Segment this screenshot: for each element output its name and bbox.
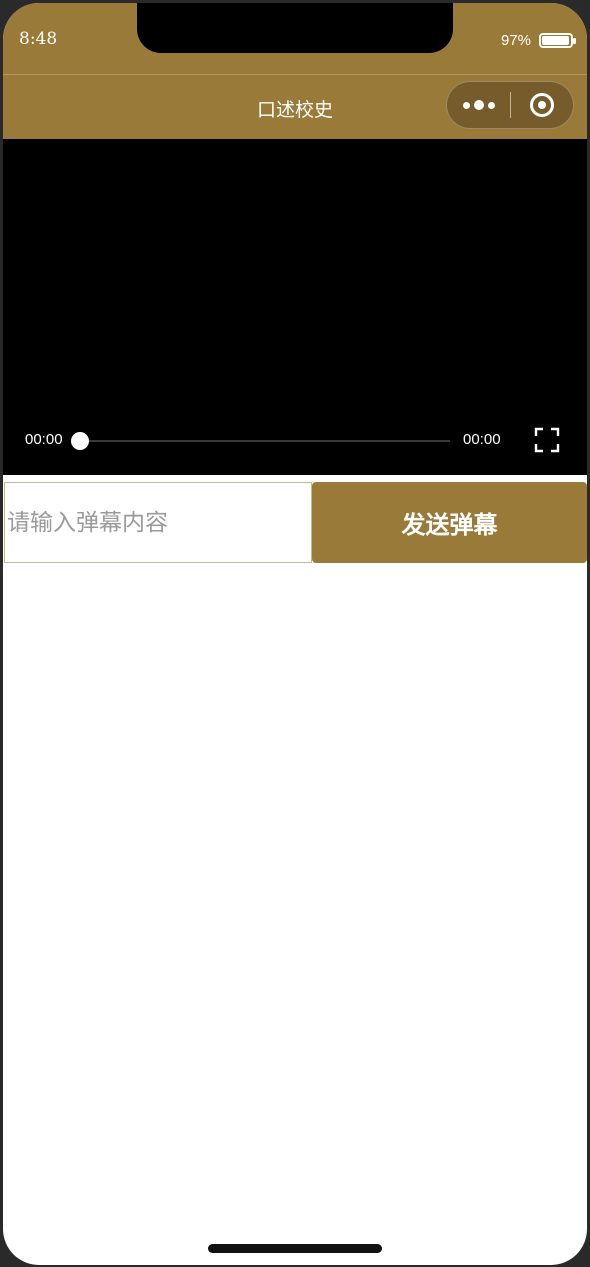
- header-bar: 8:48 97% 口述校史: [3, 3, 587, 139]
- video-player[interactable]: 00:00 00:00: [3, 139, 587, 475]
- fullscreen-icon[interactable]: [534, 427, 560, 453]
- target-ring-icon: [530, 93, 554, 117]
- mini-program-capsule: [446, 81, 574, 129]
- video-duration: 00:00: [463, 431, 501, 448]
- danmu-input[interactable]: [4, 482, 312, 563]
- phone-screen: 8:48 97% 口述校史 00:00 00:00 请输入弹幕内容 发送弹幕: [3, 3, 587, 1265]
- more-dots-icon[interactable]: [447, 82, 510, 128]
- capsule-close-icon[interactable]: [511, 82, 573, 128]
- ring-center: [538, 101, 546, 109]
- dot: [473, 100, 484, 110]
- send-danmu-button[interactable]: 发送弹幕: [312, 482, 587, 563]
- status-time: 8:48: [19, 29, 58, 49]
- video-current-time: 00:00: [25, 431, 63, 448]
- battery-icon: [539, 33, 576, 48]
- header-divider: [3, 74, 587, 75]
- home-indicator: [208, 1244, 382, 1253]
- video-progress-track[interactable]: [80, 440, 450, 442]
- status-right: 97%: [500, 32, 576, 49]
- battery-fill: [542, 36, 569, 45]
- danmu-row: 发送弹幕: [3, 482, 587, 563]
- dot: [462, 101, 470, 109]
- dot: [487, 101, 495, 109]
- video-progress-thumb[interactable]: [71, 432, 89, 450]
- battery-percent: 97%: [500, 32, 531, 49]
- device-notch: [137, 3, 453, 53]
